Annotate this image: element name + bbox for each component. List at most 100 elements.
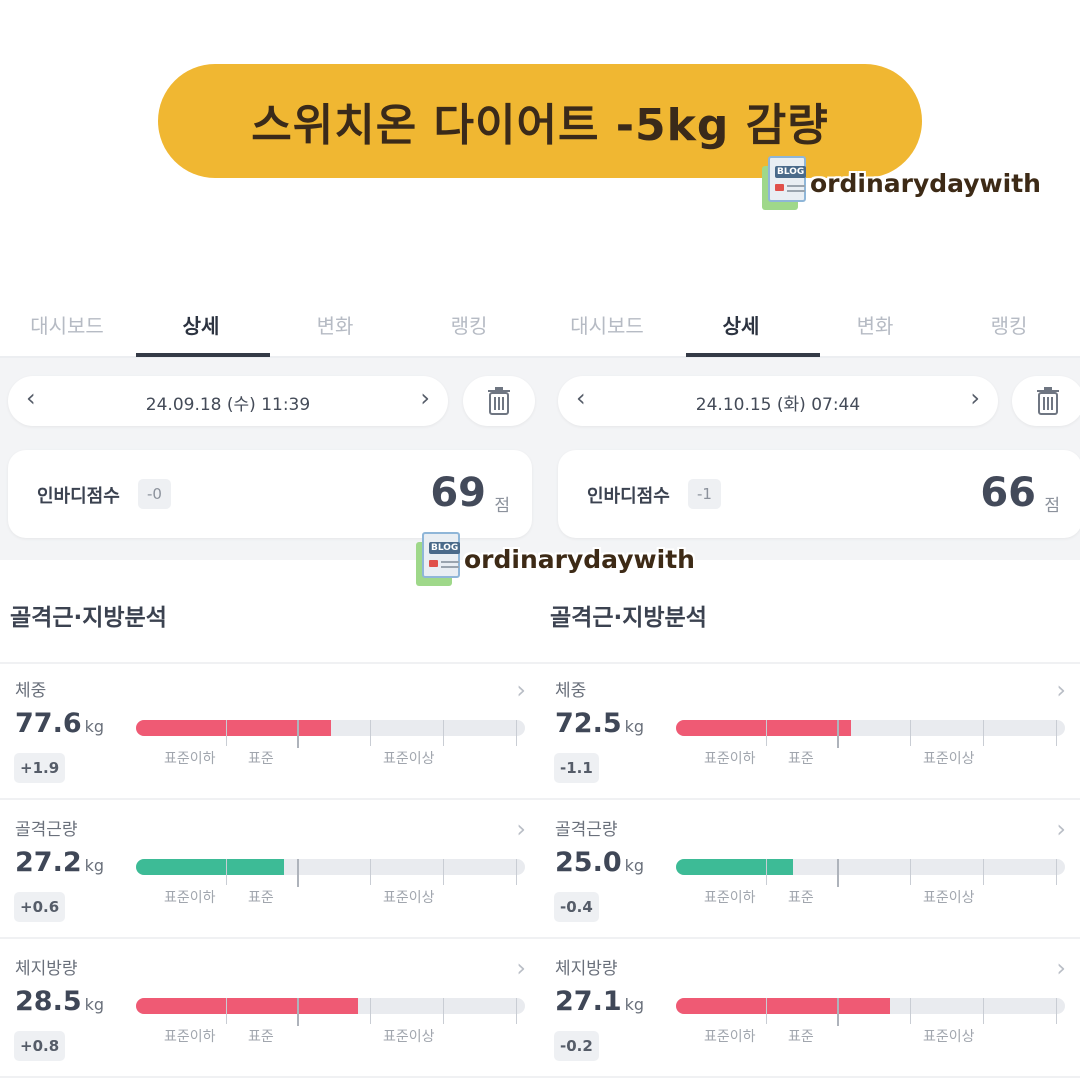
range-label-below: 표준이하 bbox=[704, 890, 756, 906]
metric-name: 골격근량 bbox=[15, 820, 78, 840]
range-label-below: 표준이하 bbox=[704, 1029, 756, 1045]
tab-dashboard[interactable]: 대시보드 bbox=[0, 310, 134, 339]
bar-tick bbox=[983, 720, 984, 746]
bar-tick bbox=[766, 720, 767, 746]
metric-row-weight[interactable]: 체중 › 72.5 kg -1.1 표준이하 표준 표준이상 bbox=[540, 662, 1080, 800]
metric-row-muscle[interactable]: 골격근량 › 25.0 kg -0.4 표준이하 표준 표준이상 bbox=[540, 801, 1080, 939]
active-tab-indicator bbox=[686, 353, 820, 357]
metric-row-body-fat[interactable]: 체지방량 › 28.5 kg +0.8 표준이하 표준 표준이상 bbox=[0, 940, 540, 1078]
tab-ranking[interactable]: 랭킹 bbox=[402, 310, 536, 339]
metric-row-body-fat[interactable]: 체지방량 › 27.1 kg -0.2 표준이하 표준 표준이상 bbox=[540, 940, 1080, 1078]
blog-icon: BLOG bbox=[416, 532, 461, 586]
chevron-right-icon[interactable]: › bbox=[516, 954, 526, 982]
metric-range-bar bbox=[136, 720, 525, 748]
range-label-below: 표준이하 bbox=[164, 751, 216, 767]
chevron-right-icon[interactable]: › bbox=[420, 384, 430, 412]
summary-area: ‹ 24.10.15 (화) 07:44 › 인바디점수 -1 66 점 bbox=[540, 358, 1080, 560]
bar-tick bbox=[983, 859, 984, 885]
blog-watermark: BLOG ordinarydaywith bbox=[762, 156, 1041, 210]
range-label-below: 표준이하 bbox=[704, 751, 756, 767]
score-change-badge: -0 bbox=[138, 479, 171, 509]
metric-value: 77.6 bbox=[15, 708, 82, 739]
bar-tick bbox=[226, 720, 227, 746]
tab-change[interactable]: 변화 bbox=[268, 310, 402, 339]
metric-unit: kg bbox=[624, 995, 645, 1014]
date-selector: ‹ 24.10.15 (화) 07:44 › bbox=[558, 376, 998, 426]
metric-value: 28.5 bbox=[15, 986, 82, 1017]
bar-tick bbox=[226, 859, 227, 885]
date-selector: ‹ 24.09.18 (수) 11:39 › bbox=[8, 376, 448, 426]
metric-value-group: 28.5 kg bbox=[15, 986, 104, 1017]
tab-bar: 대시보드 상세 변화 랭킹 bbox=[0, 290, 540, 358]
range-label-above: 표준이상 bbox=[383, 890, 435, 906]
bar-tick bbox=[443, 859, 444, 885]
bar-tick bbox=[370, 859, 371, 885]
score-label: 인바디점수 bbox=[37, 486, 120, 507]
blog-icon: BLOG bbox=[762, 156, 807, 210]
blog-tag: BLOG bbox=[429, 542, 461, 554]
metric-change-badge: +1.9 bbox=[14, 753, 66, 783]
blog-watermark: BLOG ordinarydaywith bbox=[416, 532, 695, 586]
tab-dashboard[interactable]: 대시보드 bbox=[540, 310, 674, 339]
chevron-right-icon[interactable]: › bbox=[516, 676, 526, 704]
metric-change-badge: +0.8 bbox=[14, 1031, 66, 1061]
inbody-score-card[interactable]: 인바디점수 -0 69 점 bbox=[8, 450, 532, 538]
chevron-right-icon[interactable]: › bbox=[1056, 676, 1066, 704]
range-label-above: 표준이상 bbox=[923, 890, 975, 906]
tab-ranking[interactable]: 랭킹 bbox=[942, 310, 1076, 339]
bar-tick bbox=[910, 720, 911, 746]
trash-icon bbox=[488, 387, 510, 415]
tab-bar: 대시보드 상세 변화 랭킹 bbox=[540, 290, 1080, 358]
range-label-above: 표준이상 bbox=[383, 1029, 435, 1045]
summary-area: ‹ 24.09.18 (수) 11:39 › 인바디점수 -0 69 점 bbox=[0, 358, 540, 560]
watermark-text: ordinarydaywith bbox=[464, 544, 695, 574]
tab-change[interactable]: 변화 bbox=[808, 310, 942, 339]
score-label: 인바디점수 bbox=[587, 486, 670, 507]
range-label-standard: 표준 bbox=[788, 751, 814, 767]
delete-button[interactable] bbox=[463, 376, 535, 426]
inbody-screen-before: 대시보드 상세 변화 랭킹 ‹ 24.09.18 (수) 11:39 › 인바디… bbox=[0, 290, 540, 1080]
metric-range-bar bbox=[676, 859, 1065, 887]
metric-value-group: 25.0 kg bbox=[555, 847, 644, 878]
bar-tick bbox=[516, 998, 517, 1024]
metric-value-group: 77.6 kg bbox=[15, 708, 104, 739]
tab-detail[interactable]: 상세 bbox=[134, 310, 268, 339]
metric-range-fill bbox=[136, 859, 284, 875]
metric-name: 체중 bbox=[555, 681, 587, 701]
metric-unit: kg bbox=[624, 856, 645, 875]
chevron-right-icon[interactable]: › bbox=[1056, 954, 1066, 982]
measurement-date: 24.09.18 (수) 11:39 bbox=[145, 395, 311, 415]
range-label-below: 표준이하 bbox=[164, 890, 216, 906]
bar-tick bbox=[226, 998, 227, 1024]
metric-unit: kg bbox=[624, 717, 645, 736]
chevron-right-icon[interactable]: › bbox=[516, 815, 526, 843]
range-label-standard: 표준 bbox=[248, 890, 274, 906]
metric-unit: kg bbox=[84, 856, 105, 875]
metric-range-bar bbox=[136, 998, 525, 1026]
metric-value: 27.2 bbox=[15, 847, 82, 878]
metric-value: 25.0 bbox=[555, 847, 622, 878]
section-title: 골격근·지방분석 bbox=[10, 605, 167, 631]
chevron-right-icon[interactable]: › bbox=[970, 384, 980, 412]
metric-range-fill bbox=[676, 998, 890, 1014]
metric-range-fill bbox=[136, 720, 331, 736]
bar-tick bbox=[837, 998, 839, 1026]
metric-value-group: 27.1 kg bbox=[555, 986, 644, 1017]
metric-range-fill bbox=[136, 998, 358, 1014]
bar-tick bbox=[1056, 720, 1057, 746]
bar-tick bbox=[297, 720, 299, 748]
inbody-score-card[interactable]: 인바디점수 -1 66 점 bbox=[558, 450, 1080, 538]
metric-range-bar bbox=[136, 859, 525, 887]
metric-range-bar bbox=[676, 720, 1065, 748]
metric-unit: kg bbox=[84, 717, 105, 736]
measurement-date: 24.10.15 (화) 07:44 bbox=[695, 395, 861, 415]
delete-button[interactable] bbox=[1012, 376, 1080, 426]
bar-tick bbox=[910, 859, 911, 885]
metric-row-muscle[interactable]: 골격근량 › 27.2 kg +0.6 표준이하 표준 표준이상 bbox=[0, 801, 540, 939]
range-label-above: 표준이상 bbox=[923, 1029, 975, 1045]
metric-row-weight[interactable]: 체중 › 77.6 kg +1.9 표준이하 표준 표준이상 bbox=[0, 662, 540, 800]
bar-tick bbox=[443, 720, 444, 746]
chevron-right-icon[interactable]: › bbox=[1056, 815, 1066, 843]
watermark-text: ordinarydaywith bbox=[810, 168, 1041, 198]
tab-detail[interactable]: 상세 bbox=[674, 310, 808, 339]
